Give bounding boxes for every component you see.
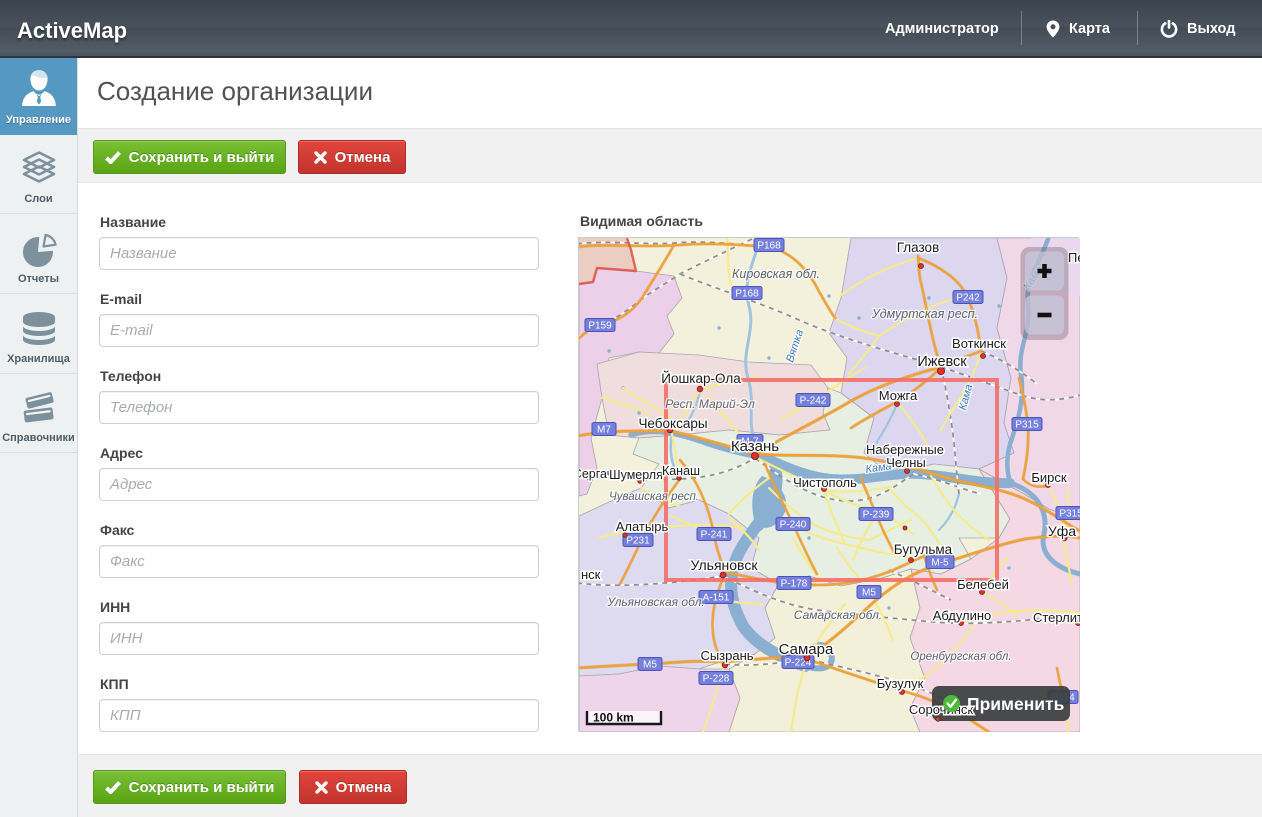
svg-text:Р-228: Р-228 xyxy=(703,674,730,685)
svg-text:Воткинск: Воткинск xyxy=(952,336,1006,351)
svg-text:Алатырь: Алатырь xyxy=(616,519,669,534)
svg-text:Респ. Марий-Эл: Респ. Марий-Эл xyxy=(665,397,755,411)
svg-text:Шумерля: Шумерля xyxy=(609,468,663,482)
svg-text:Чувашская респ.: Чувашская респ. xyxy=(609,491,699,503)
svg-text:Пе: Пе xyxy=(1068,250,1080,265)
svg-text:Р315: Р315 xyxy=(1059,509,1080,520)
svg-text:Ульяновская обл.: Ульяновская обл. xyxy=(606,595,704,609)
svg-text:Оренбургская обл.: Оренбургская обл. xyxy=(910,651,1011,663)
svg-text:Бирск: Бирск xyxy=(1031,470,1067,485)
svg-text:Уфа: Уфа xyxy=(1048,523,1076,539)
svg-text:Канаш: Канаш xyxy=(662,464,700,478)
svg-text:P168: P168 xyxy=(735,289,759,300)
svg-text:Можга: Можга xyxy=(879,388,918,403)
svg-text:Чистополь: Чистополь xyxy=(793,475,857,490)
svg-text:М-5: М-5 xyxy=(931,558,949,569)
svg-text:М7: М7 xyxy=(597,425,611,436)
svg-text:Чебоксары: Чебоксары xyxy=(638,416,707,431)
svg-text:Стерлитам: Стерлитам xyxy=(1033,610,1080,625)
svg-text:М5: М5 xyxy=(643,660,657,671)
svg-text:Сорочинск: Сорочинск xyxy=(909,702,974,717)
svg-text:Применить: Применить xyxy=(967,694,1065,714)
svg-text:Абдулино: Абдулино xyxy=(933,608,992,623)
svg-text:Йошкар-Ола: Йошкар-Ола xyxy=(661,371,741,386)
svg-text:P168: P168 xyxy=(757,241,781,252)
svg-text:нск: нск xyxy=(581,567,601,582)
svg-text:Казань: Казань xyxy=(731,438,779,455)
svg-text:Ульяновск: Ульяновск xyxy=(691,557,759,573)
svg-text:Сызрань: Сызрань xyxy=(700,648,753,663)
svg-text:Самарская обл.: Самарская обл. xyxy=(794,608,882,622)
svg-text:Р-242: Р-242 xyxy=(800,396,827,407)
svg-text:Белебей: Белебей xyxy=(957,577,1009,592)
svg-text:Самара: Самара xyxy=(779,641,834,658)
svg-text:Р-240: Р-240 xyxy=(780,520,807,531)
svg-text:Ижевск: Ижевск xyxy=(917,354,967,370)
svg-text:Бугульма: Бугульма xyxy=(894,542,953,557)
svg-text:P159: P159 xyxy=(588,321,612,332)
svg-text:Кировская обл.: Кировская обл. xyxy=(732,267,820,281)
svg-text:P242: P242 xyxy=(956,293,980,304)
svg-text:Бузулук: Бузулук xyxy=(877,676,924,691)
svg-text:100 km: 100 km xyxy=(593,711,634,725)
svg-text:М5: М5 xyxy=(862,588,876,599)
svg-text:Челны: Челны xyxy=(886,455,926,470)
svg-text:Сергач: Сергач xyxy=(579,467,613,481)
svg-text:Глазов: Глазов xyxy=(897,240,940,255)
svg-text:А-151: А-151 xyxy=(703,593,730,604)
svg-text:Р231: Р231 xyxy=(626,536,650,547)
svg-text:Р-178: Р-178 xyxy=(781,579,808,590)
svg-text:Р-241: Р-241 xyxy=(701,530,728,541)
svg-text:Р315: Р315 xyxy=(1015,420,1039,431)
svg-text:Удмуртская респ.: Удмуртская респ. xyxy=(871,307,978,321)
svg-text:Р-239: Р-239 xyxy=(863,510,890,521)
